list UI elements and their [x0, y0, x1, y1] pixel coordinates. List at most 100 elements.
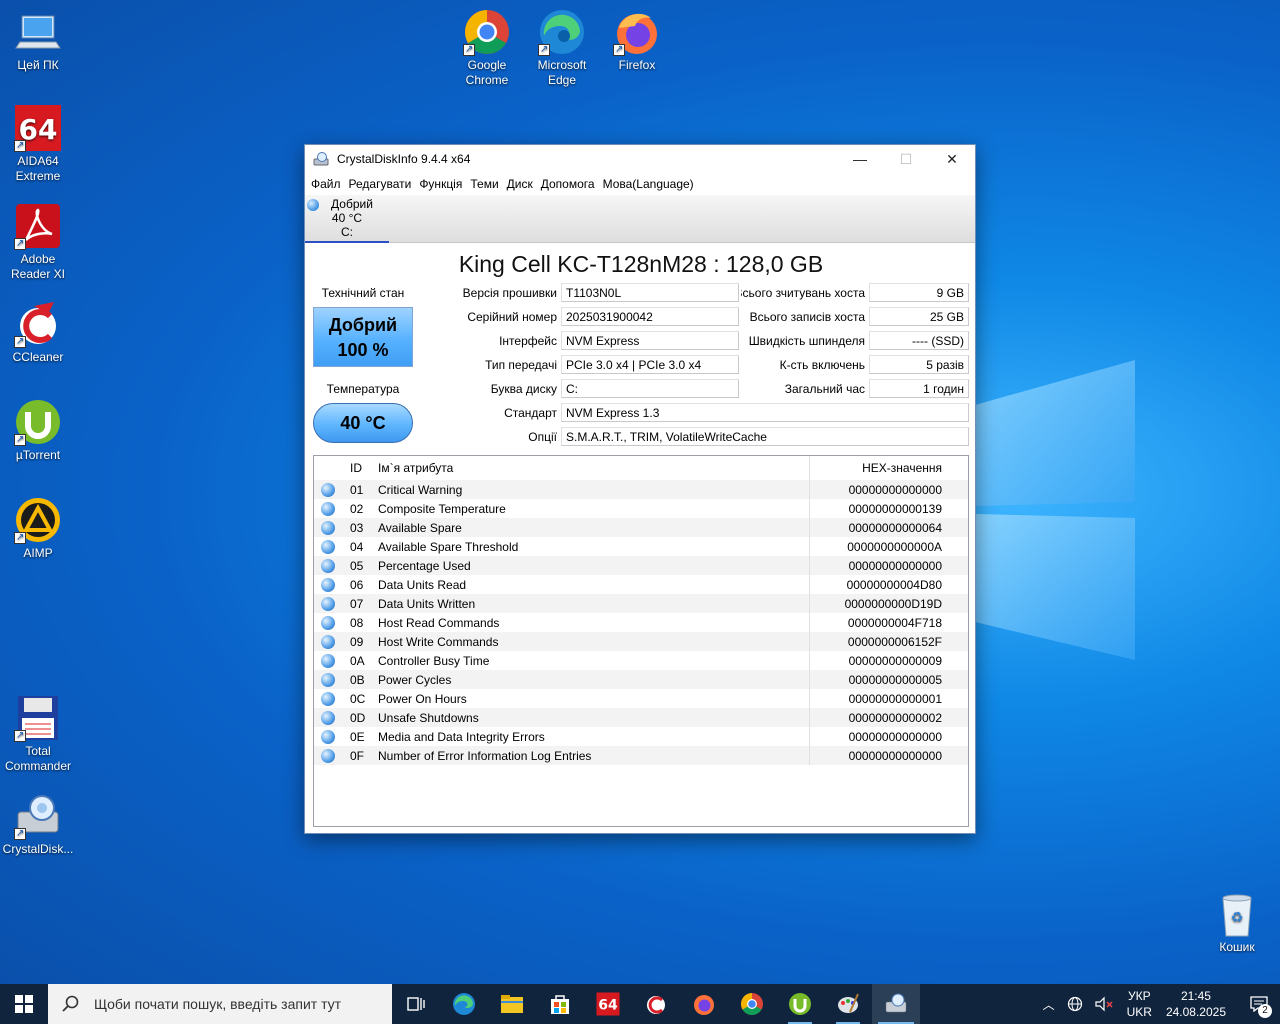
taskbar-store[interactable]: [536, 984, 584, 1024]
table-row[interactable]: 04 Available Spare Threshold 0000000000000…: [314, 537, 968, 556]
row-hex: 0000000006152F: [847, 634, 942, 649]
drive-tab-c[interactable]: Добрий 40 °C C:: [305, 197, 389, 243]
temperature-label: Температура: [326, 382, 400, 396]
row-id: 06: [350, 577, 364, 592]
table-row[interactable]: 05 Percentage Used 00000000000000: [314, 556, 968, 575]
table-row[interactable]: 03 Available Spare 00000000000064: [314, 518, 968, 537]
smart-table[interactable]: ID Ім`я атрибута HEX-значення 01 Critical…: [313, 455, 969, 827]
language-top: УКР: [1127, 989, 1151, 1003]
desktop-icon-this-pc[interactable]: Цей ПК: [0, 8, 76, 73]
header-id[interactable]: ID: [342, 461, 378, 475]
temperature-button[interactable]: 40 °C: [313, 403, 413, 443]
network-globe-icon[interactable]: [1067, 996, 1083, 1012]
desktop-icon-firefox[interactable]: Firefox: [599, 8, 675, 73]
health-percent: 100 %: [337, 340, 389, 360]
store-bag-icon: [551, 995, 569, 1014]
menu-edit[interactable]: Редагувати: [349, 177, 419, 191]
row-name: Number of Error Information Log Entries: [378, 746, 810, 765]
table-row[interactable]: 0B Power Cycles 00000000000005: [314, 670, 968, 689]
desktop-icon-label: CrystalDisk...: [2, 842, 74, 856]
desktop-icon-aimp[interactable]: AIMP: [0, 496, 76, 561]
start-button[interactable]: [0, 984, 48, 1024]
desktop-icon-adobe-reader[interactable]: Adobe Reader XI: [0, 202, 76, 282]
taskbar-paint[interactable]: [824, 984, 872, 1024]
standard-value: NVM Express 1.3: [561, 403, 969, 422]
row-id: 0A: [350, 653, 365, 668]
row-name: Controller Busy Time: [378, 651, 810, 670]
transfer-value: PCIe 3.0 x4 | PCIe 3.0 x4: [561, 355, 739, 374]
table-row[interactable]: 02 Composite Temperature 00000000000139: [314, 499, 968, 518]
desktop-icon-utorrent[interactable]: µTorrent: [0, 398, 76, 463]
health-status-button[interactable]: Добрий 100 %: [313, 307, 413, 367]
svg-text:♻: ♻: [1231, 909, 1244, 925]
aida64-icon: 64: [596, 992, 620, 1016]
table-row[interactable]: 06 Data Units Read 00000000004D80: [314, 575, 968, 594]
title-bar[interactable]: CrystalDiskInfo 9.4.4 x64 — ☐ ✕: [305, 145, 975, 173]
table-row[interactable]: 0A Controller Busy Time 00000000000009: [314, 651, 968, 670]
show-hidden-icons-chevron-icon[interactable]: ︿: [1043, 996, 1055, 1013]
table-row[interactable]: 07 Data Units Written 0000000000D19D: [314, 594, 968, 613]
recycle-bin-icon: ♻: [1213, 890, 1261, 938]
folder-icon: [501, 995, 523, 1013]
desktop-icon-chrome[interactable]: Google Chrome: [449, 8, 525, 88]
row-id: 04: [350, 539, 364, 554]
standard-label: Стандарт: [504, 406, 557, 420]
row-id: 05: [350, 558, 364, 573]
volume-muted-icon[interactable]: [1094, 996, 1113, 1012]
table-row[interactable]: 08 Host Read Commands 0000000004F718: [314, 613, 968, 632]
row-name: Power On Hours: [378, 689, 810, 708]
rotation-value: ---- (SSD): [869, 331, 969, 350]
menu-file[interactable]: Файл: [311, 177, 348, 191]
status-dot-icon: [321, 539, 335, 554]
status-dot-icon: [321, 672, 335, 687]
menu-help[interactable]: Допомога: [541, 177, 602, 191]
menu-themes[interactable]: Теми: [470, 177, 505, 191]
row-status-cell: [314, 653, 342, 668]
row-id: 0F: [350, 748, 365, 763]
transfer-label: Тип передачі: [485, 358, 557, 372]
desktop-icon-total-commander[interactable]: Total Commander: [0, 694, 76, 774]
close-button[interactable]: ✕: [929, 145, 975, 173]
menu-disk[interactable]: Диск: [507, 177, 540, 191]
taskbar-utorrent[interactable]: [776, 984, 824, 1024]
notification-center-button[interactable]: 2: [1244, 984, 1274, 1024]
drive-model-title: King Cell KC-T128nM28 : 128,0 GB: [458, 251, 824, 277]
taskbar-aida64[interactable]: 64: [584, 984, 632, 1024]
taskbar-ccleaner[interactable]: [632, 984, 680, 1024]
table-row[interactable]: 0F Number of Error Information Log Entrie…: [314, 746, 968, 765]
row-name: Critical Warning: [378, 480, 810, 499]
status-dot-icon: [321, 615, 335, 630]
clock[interactable]: 21:45 24.08.2025: [1166, 988, 1226, 1020]
desktop-icon-edge[interactable]: Microsoft Edge: [524, 8, 600, 88]
header-name[interactable]: Ім`я атрибута: [378, 456, 810, 480]
maximize-button[interactable]: ☐: [883, 145, 929, 173]
table-row[interactable]: 01 Critical Warning 00000000000000: [314, 480, 968, 499]
taskbar-chrome[interactable]: [728, 984, 776, 1024]
task-view-button[interactable]: [392, 984, 440, 1024]
taskbar-edge[interactable]: [440, 984, 488, 1024]
taskbar-crystaldiskinfo[interactable]: [872, 984, 920, 1024]
taskbar-explorer[interactable]: [488, 984, 536, 1024]
rotation-label: Швидкість шпинделя: [748, 334, 865, 348]
table-row[interactable]: 09 Host Write Commands 0000000006152F: [314, 632, 968, 651]
desktop-icon-ccleaner[interactable]: CCleaner: [0, 300, 76, 365]
taskbar-firefox[interactable]: [680, 984, 728, 1024]
desktop-icon-crystaldiskinfo[interactable]: CrystalDisk...: [0, 792, 76, 857]
chrome-icon: [741, 993, 763, 1015]
table-row[interactable]: 0C Power On Hours 00000000000001: [314, 689, 968, 708]
menu-function[interactable]: Функція: [419, 177, 469, 191]
search-box[interactable]: Щоби почати пошук, введіть запит тут: [48, 984, 392, 1024]
floppy-icon: [14, 694, 62, 743]
table-row[interactable]: 0E Media and Data Integrity Errors 0000000…: [314, 727, 968, 746]
desktop-icon-recycle-bin[interactable]: ♻ Кошик: [1199, 890, 1275, 955]
desktop-icon-aida64[interactable]: 64 AIDA64 Extreme: [0, 104, 76, 184]
window-title: CrystalDiskInfo 9.4.4 x64: [337, 152, 471, 166]
header-hex[interactable]: HEX-значення: [810, 461, 946, 475]
row-name: Data Units Written: [378, 594, 810, 613]
minimize-button[interactable]: —: [837, 145, 883, 173]
menu-language[interactable]: Мова(Language): [603, 177, 701, 191]
table-row[interactable]: 0D Unsafe Shutdowns 00000000000002: [314, 708, 968, 727]
row-hex: 0000000000D19D: [844, 596, 942, 611]
language-indicator[interactable]: УКР UKR: [1127, 988, 1152, 1020]
paint-palette-icon: [838, 993, 859, 1013]
